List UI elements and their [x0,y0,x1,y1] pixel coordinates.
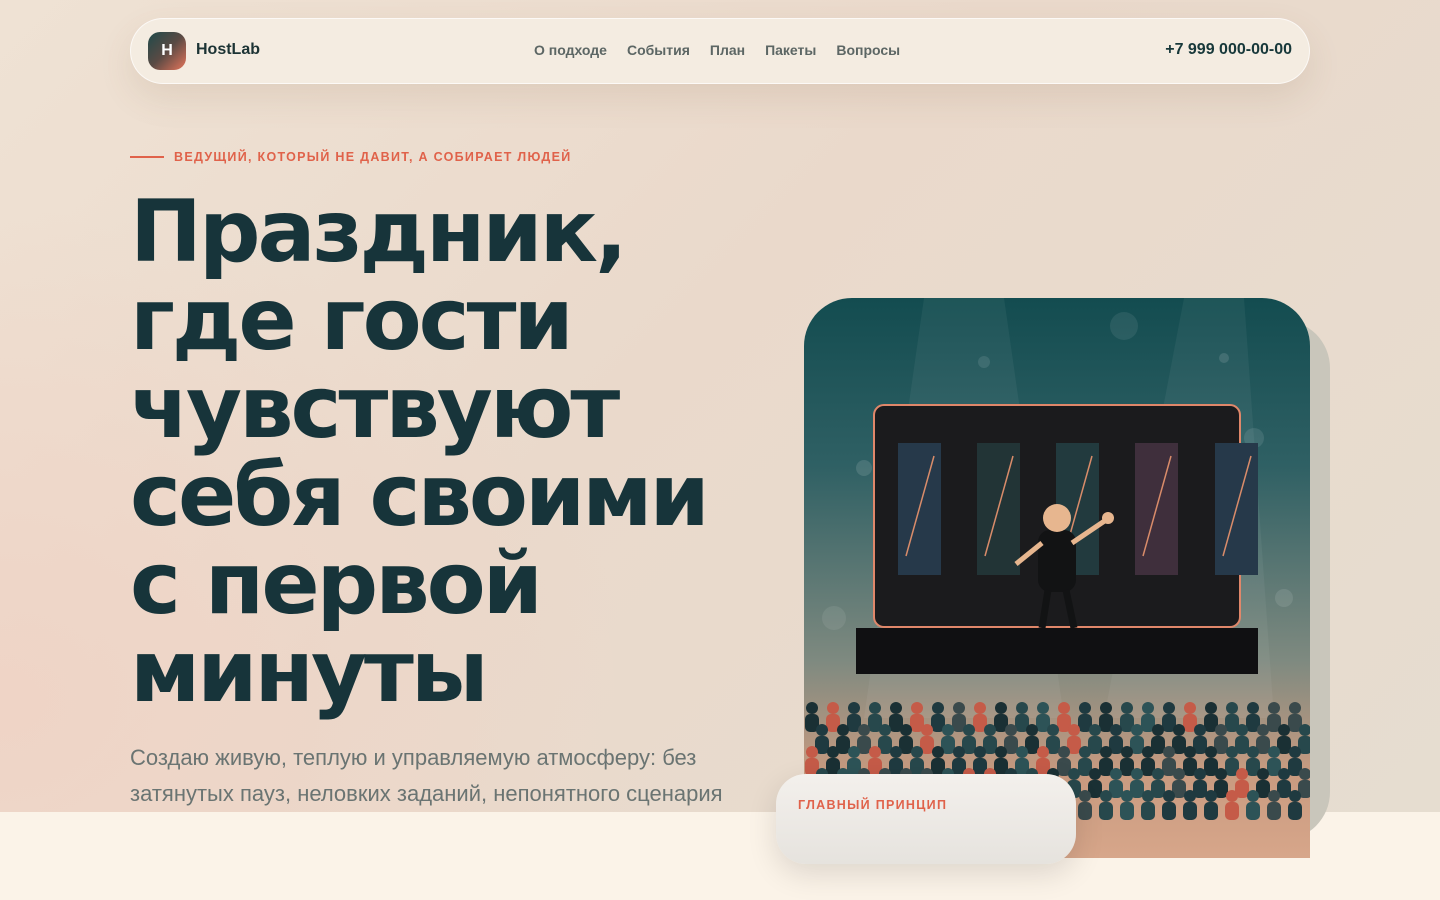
nav-links: О подходе События План Пакеты Вопросы [534,42,900,58]
phone-link[interactable]: +7 999 000-00-00 [1165,41,1292,59]
top-navbar: H HostLab О подходе События План Пакеты … [130,18,1310,84]
eyebrow-text: ВЕДУЩИЙ, КОТОРЫЙ НЕ ДАВИТ, А СОБИРАЕТ ЛЮ… [174,150,572,164]
hero-headline: Праздник, где гости чувствуют себя своим… [130,182,710,722]
hero-lead: Создаю живую, теплую и управляемую атмос… [130,745,723,806]
nav-link-faq[interactable]: Вопросы [836,42,900,58]
hero-eyebrow: ВЕДУЩИЙ, КОТОРЫЙ НЕ ДАВИТ, А СОБИРАЕТ ЛЮ… [130,150,572,164]
nav-link-plan[interactable]: План [710,42,745,58]
principle-label: ГЛАВНЫЙ ПРИНЦИП [798,798,948,812]
brand-name[interactable]: HostLab [196,41,260,59]
logo-icon[interactable]: H [148,32,186,70]
nav-link-packages[interactable]: Пакеты [765,42,816,58]
nav-link-about[interactable]: О подходе [534,42,607,58]
nav-link-events[interactable]: События [627,42,690,58]
principle-card: ГЛАВНЫЙ ПРИНЦИП [776,774,1076,864]
eyebrow-line [130,156,164,158]
